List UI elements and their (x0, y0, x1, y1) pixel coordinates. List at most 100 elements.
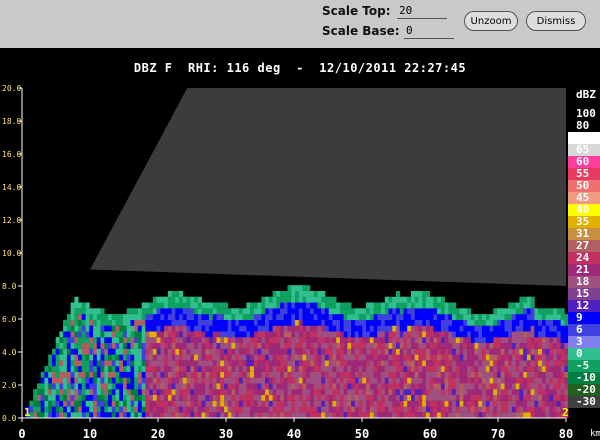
echo-cell (108, 348, 113, 355)
echo-cell (179, 371, 184, 378)
echo-cell (287, 383, 292, 390)
echo-cell (160, 302, 165, 309)
echo-cell (500, 394, 505, 401)
echo-cell (306, 400, 311, 407)
echo-cell (227, 377, 232, 384)
echo-cell (201, 406, 206, 413)
echo-cell (227, 319, 232, 326)
echo-cell (545, 366, 550, 372)
echo-cell (388, 406, 393, 413)
echo-cell (220, 394, 225, 401)
echo-cell (44, 394, 49, 401)
rhi-plot[interactable]: 0 10 20 30 40 50 60 70 80 km0.02.04.06.08.010.012… (0, 80, 600, 440)
echo-cell (497, 383, 502, 390)
echo-cell (156, 371, 161, 378)
scale-base-input[interactable] (404, 23, 454, 39)
echo-cell (425, 337, 430, 343)
echo-cell (59, 412, 64, 419)
echo-cell (452, 394, 457, 401)
echo-cell (93, 308, 98, 315)
echo-cell (164, 394, 169, 401)
echo-cell (474, 400, 479, 407)
y-tick-label: 12.0 (2, 216, 21, 225)
colorbar-level-label: -30 (576, 395, 596, 408)
echo-cell (392, 400, 397, 407)
echo-cell (261, 348, 266, 355)
echo-cell (283, 400, 288, 407)
echo-cell (459, 406, 464, 413)
echo-cell (500, 412, 505, 419)
echo-cell (123, 354, 128, 361)
echo-cell (89, 325, 94, 332)
echo-cell (257, 331, 262, 338)
echo-cell (171, 314, 176, 320)
echo-cell (291, 360, 296, 367)
echo-cell (366, 366, 371, 372)
echo-cell (227, 308, 232, 315)
echo-cell (78, 354, 83, 361)
echo-cell (171, 354, 176, 361)
echo-cell (59, 366, 64, 372)
echo-cell (209, 319, 214, 326)
echo-cell (455, 308, 460, 315)
echo-cell (418, 319, 423, 326)
echo-cell (78, 302, 83, 309)
echo-cell (407, 394, 412, 401)
echo-cell (235, 383, 240, 390)
y-tick-label: 6.0 (2, 315, 17, 324)
echo-cell (560, 325, 565, 332)
dismiss-button[interactable]: Dismiss (526, 11, 586, 31)
echo-cell (336, 377, 341, 384)
echo-cell (152, 319, 157, 326)
y-tick-label: 4.0 (2, 348, 17, 357)
echo-cell (81, 319, 86, 326)
echo-cell (78, 394, 83, 401)
echo-cell (70, 325, 75, 332)
echo-cell (93, 394, 98, 401)
echo-cell (242, 314, 247, 320)
echo-cell (478, 319, 483, 326)
unzoom-button[interactable]: Unzoom (464, 11, 518, 31)
echo-cell (553, 319, 558, 326)
echo-cell (194, 314, 199, 320)
echo-cell (440, 342, 445, 349)
echo-cell (519, 389, 524, 395)
echo-cell (366, 337, 371, 343)
echo-cell (497, 371, 502, 378)
echo-cell (523, 296, 528, 303)
echo-cell (194, 394, 199, 401)
echo-cell (280, 354, 285, 361)
echo-cell (59, 406, 64, 413)
echo-cell (470, 412, 475, 419)
echo-cell (384, 308, 389, 315)
echo-cell (523, 360, 528, 367)
echo-cell (396, 319, 401, 326)
echo-cell (444, 337, 449, 343)
echo-cell (238, 389, 243, 395)
echo-cell (265, 337, 270, 343)
echo-cell (306, 348, 311, 355)
echo-cell (459, 377, 464, 384)
echo-cell (111, 331, 116, 338)
echo-cell (78, 308, 83, 315)
echo-cell (347, 394, 352, 401)
echo-cell (261, 389, 266, 395)
echo-cell (369, 331, 374, 338)
echo-cell (515, 360, 520, 367)
echo-cell (100, 371, 105, 378)
echo-cell (186, 342, 191, 349)
echo-cell (362, 337, 367, 343)
echo-cell (407, 383, 412, 390)
scale-top-input[interactable] (397, 3, 447, 19)
echo-cell (489, 331, 494, 338)
echo-cell (242, 308, 247, 315)
echo-cell (201, 319, 206, 326)
echo-cell (403, 302, 408, 309)
echo-cell (478, 366, 483, 372)
echo-cell (194, 302, 199, 309)
echo-cell (523, 371, 528, 378)
echo-cell (519, 337, 524, 343)
echo-cell (538, 389, 543, 395)
echo-cell (134, 354, 139, 361)
echo-cell (444, 308, 449, 315)
